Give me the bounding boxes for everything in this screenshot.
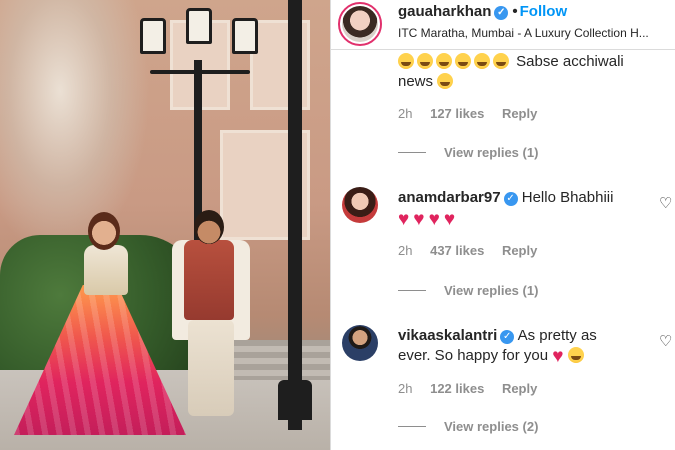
smiling-face-emoji [455, 53, 471, 69]
reply-button[interactable]: Reply [502, 381, 537, 396]
comment-text: As pretty as [517, 327, 597, 344]
red-heart-emoji: ♥ [398, 209, 410, 230]
comment-text-block: vikaaskalantri ✓ As pretty as [398, 326, 653, 346]
comment-time: 2h [398, 243, 413, 258]
bride [88, 212, 120, 250]
avatar[interactable] [342, 325, 378, 361]
comment-text-block: Sabse acchiwali news [398, 52, 653, 92]
view-replies-button[interactable]: View replies (1) [398, 283, 538, 298]
comment-text: Hello Bhabhiii [521, 189, 614, 206]
comment-username[interactable]: vikaaskalantri [398, 327, 497, 344]
comment-username[interactable]: anamdarbar97 [398, 189, 501, 206]
red-heart-emoji: ♥ [428, 209, 440, 230]
comment-text-block: anamdarbar97 ✓ Hello Bhabhiii [398, 188, 653, 208]
smiling-face-emoji [567, 347, 584, 363]
heart-outline-icon[interactable]: ♡ [659, 334, 673, 349]
lamp-post-foreground [288, 0, 302, 430]
username-row: gauaharkhan ✓ • Follow [398, 3, 567, 20]
comments-panel: Sabse acchiwali news 2h 127 likes Reply … [330, 0, 675, 450]
view-replies-label: View replies (1) [444, 145, 539, 160]
comment-meta: 2h 127 likes Reply [398, 106, 551, 121]
post-photo[interactable] [0, 0, 330, 450]
bride-blouse [84, 245, 128, 295]
comment-item: vikaaskalantri ✓ As pretty as ever. So ha… [331, 323, 675, 450]
comment-time: 2h [398, 381, 413, 396]
lamp-head [232, 18, 258, 54]
verified-badge-icon: ✓ [503, 192, 518, 206]
replies-divider [398, 426, 426, 427]
lamp-base [278, 380, 312, 420]
post-location[interactable]: ITC Maratha, Mumbai - A Luxury Collectio… [398, 26, 673, 40]
comment-likes[interactable]: 122 likes [430, 381, 484, 396]
red-heart-emoji: ♥ [413, 209, 425, 230]
profile-username[interactable]: gauaharkhan [398, 3, 491, 20]
view-replies-button[interactable]: View replies (2) [398, 419, 538, 434]
heart-outline-icon[interactable]: ♡ [659, 196, 673, 211]
smiling-face-emoji [417, 53, 433, 69]
heart-eyes-emoji [437, 73, 454, 89]
comment-meta: 2h 122 likes Reply [398, 381, 551, 396]
comment-likes[interactable]: 437 likes [430, 243, 484, 258]
smiling-face-emoji [398, 53, 414, 69]
comment-text-block-2: ever. So happy for you ♥ [398, 346, 653, 366]
view-replies-label: View replies (1) [444, 283, 539, 298]
avatar[interactable] [342, 187, 378, 223]
replies-divider [398, 152, 426, 153]
red-heart-emoji: ♥ [552, 346, 564, 367]
lamp-arm [150, 70, 250, 74]
comment-item: anamdarbar97 ✓ Hello Bhabhiii ♥ ♥ ♥ ♥ 2h 437… [331, 185, 675, 305]
view-replies-label: View replies (2) [444, 419, 539, 434]
reply-button[interactable]: Reply [502, 243, 537, 258]
replies-divider [398, 290, 426, 291]
smiling-face-emoji [474, 53, 490, 69]
profile-avatar[interactable] [338, 2, 382, 46]
lamp-head [186, 8, 212, 44]
groom [194, 210, 224, 244]
red-heart-emoji: ♥ [443, 209, 456, 230]
verified-badge-icon: ✓ [494, 6, 509, 20]
lamp-head [140, 18, 166, 54]
tree [0, 0, 150, 260]
reply-button[interactable]: Reply [502, 106, 537, 121]
comment-meta: 2h 437 likes Reply [398, 243, 551, 258]
comment-time: 2h [398, 106, 413, 121]
groom-jacket [184, 240, 234, 320]
post-header: gauaharkhan ✓ • Follow ITC Maratha, Mumbai … [331, 0, 675, 50]
view-replies-button[interactable]: View replies (1) [398, 145, 538, 160]
smiling-face-emoji [436, 53, 452, 69]
smiling-face-emoji [493, 53, 509, 69]
comment-emojis: ♥ ♥ ♥ ♥ [398, 209, 653, 229]
follow-button[interactable]: Follow [520, 3, 568, 20]
groom-trousers [188, 320, 234, 416]
comment-text: ever. So happy for you [398, 347, 549, 364]
avatar-image [342, 6, 378, 42]
separator: • [512, 3, 518, 20]
comment-likes[interactable]: 127 likes [430, 106, 484, 121]
verified-badge-icon: ✓ [500, 330, 515, 344]
